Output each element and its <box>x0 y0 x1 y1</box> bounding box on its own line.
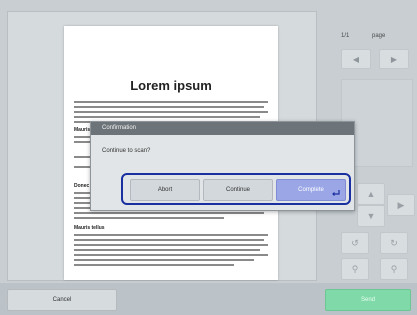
triangle-right-icon: ▶ <box>397 199 405 210</box>
rotate-left-button[interactable]: ↺ <box>341 232 369 254</box>
scroll-down-button[interactable]: ▼ <box>357 205 385 227</box>
page-label: page <box>372 33 386 39</box>
page-indicator: 1/1 <box>341 33 350 39</box>
text-line <box>74 244 268 246</box>
magnifier-icon: ⚲ <box>390 263 398 274</box>
scroll-right-button[interactable]: ▶ <box>387 194 415 216</box>
complete-button[interactable]: Complete <box>276 179 346 201</box>
enter-icon <box>332 190 340 196</box>
text-line <box>74 254 268 256</box>
send-button[interactable]: Send <box>325 289 411 311</box>
rotate-icon: ↺ <box>351 237 359 248</box>
rotate-icon: ↻ <box>390 237 398 248</box>
previous-page-button[interactable]: ◀ <box>341 49 371 69</box>
continue-button[interactable]: Continue <box>203 179 273 201</box>
text-line <box>74 259 254 261</box>
text-line <box>74 212 264 214</box>
zoom-out-button[interactable]: ⚲ <box>380 258 408 280</box>
scroll-up-button[interactable]: ▲ <box>357 183 385 205</box>
triangle-right-icon: ▶ <box>390 54 398 64</box>
text-line <box>74 234 268 236</box>
triangle-left-icon: ◀ <box>352 54 360 64</box>
complete-button-label: Complete <box>298 187 324 193</box>
document-title: Lorem ipsum <box>130 78 212 93</box>
text-line <box>74 106 264 108</box>
magnifier-icon: ⚲ <box>351 263 359 274</box>
triangle-up-icon: ▲ <box>366 189 376 199</box>
next-page-button[interactable]: ▶ <box>379 49 409 69</box>
document-heading: Mauris <box>74 127 91 133</box>
triangle-down-icon: ▼ <box>366 211 376 221</box>
text-line <box>74 217 224 219</box>
text-line <box>74 111 268 113</box>
dialog-title: Confirmation <box>91 122 354 135</box>
confirmation-dialog: Confirmation Continue to scan? Abort Con… <box>90 121 355 211</box>
text-line <box>74 264 234 266</box>
document-heading: Donec <box>74 183 90 189</box>
text-line <box>74 101 268 103</box>
scan-preview-screen: Lorem ipsum Mauris Donec Mauris tellus 1… <box>0 0 417 315</box>
dialog-message: Continue to scan? <box>102 148 151 154</box>
zoom-in-button[interactable]: ⚲ <box>341 258 369 280</box>
text-line <box>74 239 264 241</box>
abort-button[interactable]: Abort <box>130 179 200 201</box>
document-heading: Mauris tellus <box>74 225 105 231</box>
cancel-button[interactable]: Cancel <box>7 289 117 311</box>
text-line <box>74 249 260 251</box>
rotate-right-button[interactable]: ↻ <box>380 232 408 254</box>
text-line <box>74 116 260 118</box>
